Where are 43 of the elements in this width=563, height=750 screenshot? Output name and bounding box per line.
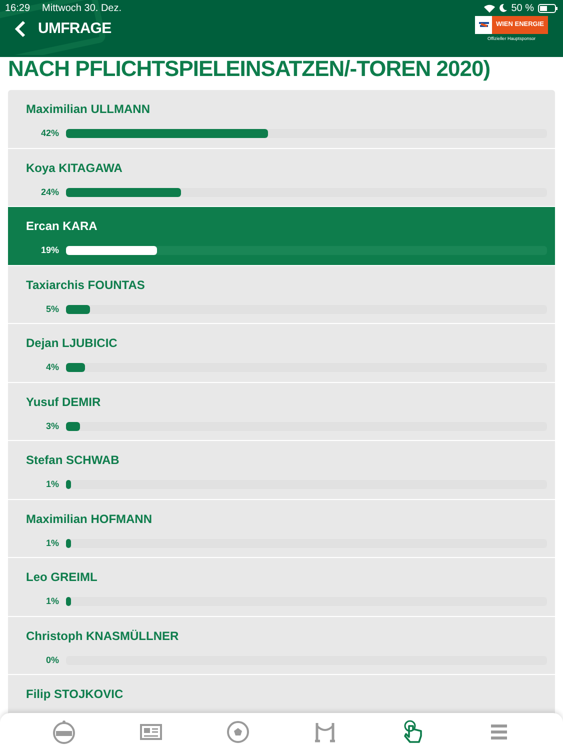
status-date: Mittwoch 30. Dez. <box>42 2 122 16</box>
status-time: 16:29 <box>5 2 30 16</box>
vote-percent: 1% <box>44 595 60 608</box>
football-icon[interactable] <box>224 718 251 744</box>
player-name: Dejan LJUBICIC <box>26 337 118 349</box>
player-name: Koya KITAGAWA <box>26 162 124 174</box>
battery-icon <box>538 4 558 12</box>
vote-percent: 3% <box>44 420 60 432</box>
section-heading: NACH PFLICHTSPIELEINSATZEN/-TOREN 2020) <box>8 58 490 80</box>
poll-option[interactable]: Christoph KNASMÜLLNER 0% <box>8 616 555 675</box>
vote-percent: 0% <box>44 654 60 666</box>
player-name: Filip STOJKOVIC <box>26 688 124 700</box>
poll-option[interactable]: Koya KITAGAWA 24% <box>8 148 555 207</box>
poll-option[interactable]: Maximilian ULLMANN 42% <box>8 90 555 148</box>
club-crest-icon[interactable] <box>50 718 77 744</box>
player-name: Stefan SCHWAB <box>26 454 120 466</box>
player-name: Leo GREIML <box>26 571 98 583</box>
poll-option[interactable]: Dejan LJUBICIC 4% <box>8 324 555 382</box>
battery-percent: 50 % <box>511 2 534 16</box>
vote-percent: 5% <box>44 302 60 316</box>
player-name: Ercan KARA <box>26 220 98 232</box>
vote-percent: 19% <box>40 244 60 257</box>
page-title: UMFRAGE <box>38 19 112 40</box>
logo-mark-icon <box>478 20 490 30</box>
poll-option[interactable]: Ercan KARA 19% <box>8 207 555 266</box>
poll-option[interactable]: Taxiarchis FOUNTAS 5% <box>8 266 555 324</box>
vote-percent: 1% <box>44 478 60 491</box>
player-name: Taxiarchis FOUNTAS <box>26 278 146 290</box>
player-name: Maximilian HOFMANN <box>26 512 154 524</box>
vote-percent: 4% <box>44 361 60 374</box>
vote-percent: 1% <box>44 536 60 550</box>
poll-option[interactable]: Maximilian HOFMANN 1% <box>8 500 555 558</box>
moon-icon <box>499 4 508 12</box>
player-name: Yusuf DEMIR <box>26 396 102 408</box>
player-name: Christoph KNASMÜLLNER <box>26 630 180 642</box>
wifi-icon <box>484 4 496 12</box>
player-name: Maximilian ULLMANN <box>26 103 152 115</box>
poll-option[interactable]: Leo GREIML 1% <box>8 558 555 616</box>
back-icon[interactable] <box>14 20 26 38</box>
poll-option[interactable]: Yusuf DEMIR 3% <box>8 382 555 441</box>
vote-percent: 24% <box>40 186 60 198</box>
poll-option[interactable]: Stefan SCHWAB 1% <box>8 441 555 500</box>
vote-percent: 42% <box>40 127 60 140</box>
